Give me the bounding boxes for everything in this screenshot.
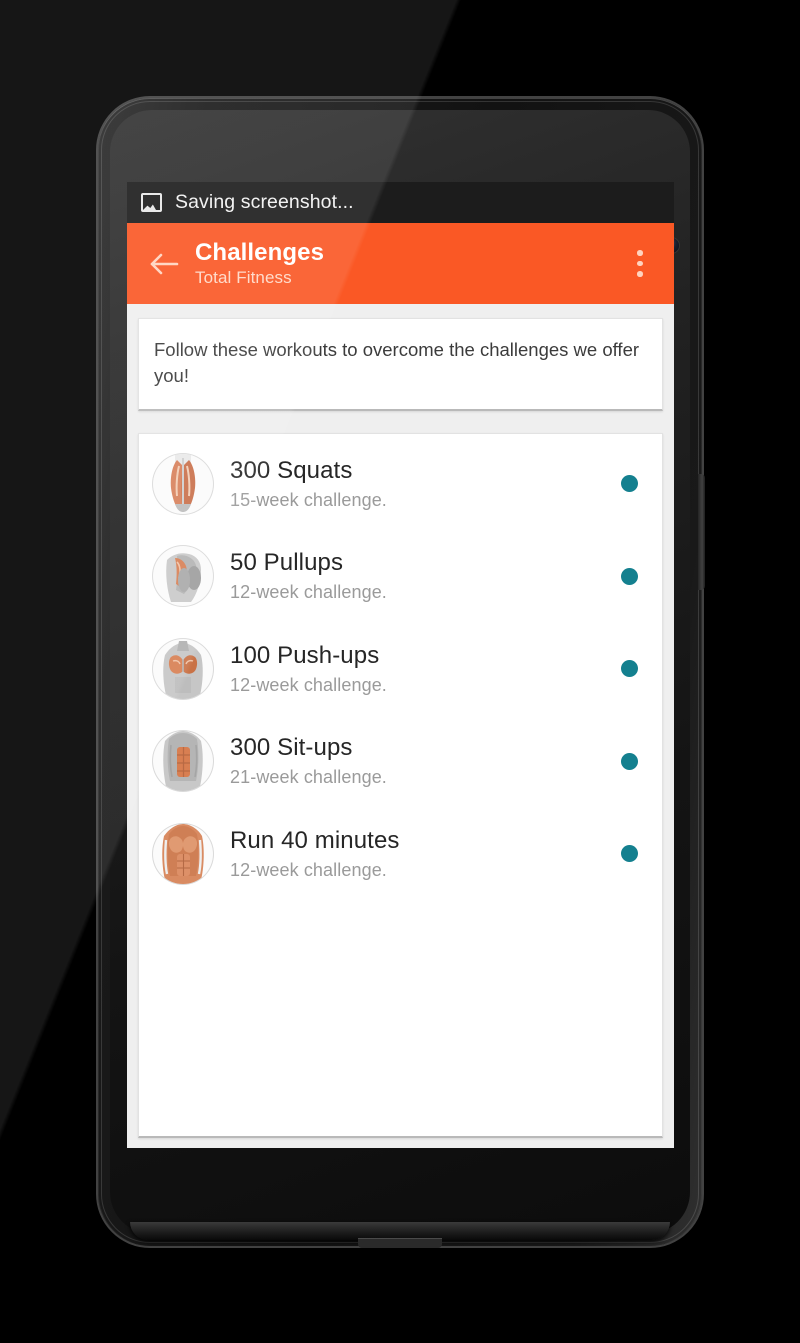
back-lats-muscle-icon [153,546,213,607]
list-item-title: 300 Squats [230,456,353,484]
status-badge [621,475,638,493]
status-badge [621,567,638,585]
phone-bottom-tab [358,1238,442,1248]
list-item-subtitle: 12-week challenge. [230,582,387,603]
list-item[interactable]: 50 Pullups 12-week challenge. [139,530,662,623]
list-item-texts: 50 Pullups 12-week challenge. [230,549,621,603]
chest-muscle-icon [153,638,213,699]
list-item[interactable]: 300 Sit-ups 21-week challenge. [139,715,662,808]
device-screen: Saving screenshot... Challenges Total Fi… [127,182,674,1148]
list-item-texts: 100 Push-ups 12-week challenge. [230,641,621,695]
quadriceps-muscle-icon [153,453,213,514]
screenshot-stage: Saving screenshot... Challenges Total Fi… [0,0,800,1343]
list-item[interactable]: Run 40 minutes 12-week challenge. [139,808,662,901]
list-item-subtitle: 12-week challenge. [230,674,387,695]
list-item-subtitle: 15-week challenge. [230,489,387,510]
app-bar-titles: Challenges Total Fitness [195,239,623,287]
list-item[interactable]: 100 Push-ups 12-week challenge. [139,623,662,716]
description-text: Follow these workouts to overcome the ch… [154,339,640,387]
description-card: Follow these workouts to overcome the ch… [138,318,663,411]
status-badge [621,845,638,863]
list-item-title: Run 40 minutes [230,826,400,854]
app-bar: Challenges Total Fitness [127,223,674,304]
list-item-subtitle: 12-week challenge. [230,859,387,880]
list-item-texts: Run 40 minutes 12-week challenge. [230,826,621,880]
abs-muscle-icon [153,731,213,792]
overflow-menu-icon[interactable] [623,238,657,290]
power-button[interactable] [698,474,705,590]
full-torso-muscle-icon [153,823,213,884]
list-item-subtitle: 21-week challenge. [230,767,387,788]
list-item-title: 300 Sit-ups [230,734,353,762]
image-screenshot-icon [141,193,162,212]
status-bar: Saving screenshot... [127,182,674,223]
status-badge [621,660,638,678]
list-item-texts: 300 Squats 15-week challenge. [230,456,621,510]
page-title: Challenges [195,239,325,266]
list-item-title: 50 Pullups [230,549,344,577]
status-bar-text: Saving screenshot... [175,191,354,213]
list-item-texts: 300 Sit-ups 21-week challenge. [230,734,621,788]
status-badge [621,752,638,770]
list-item[interactable]: 300 Squats 15-week challenge. [139,438,662,531]
screen-content: Follow these workouts to overcome the ch… [127,304,674,1138]
list-item-title: 100 Push-ups [230,641,380,669]
page-subtitle: Total Fitness [195,268,292,287]
challenge-list-card: 300 Squats 15-week challenge. 50 Pullups… [138,432,663,1138]
arrow-back-icon[interactable] [141,241,187,287]
